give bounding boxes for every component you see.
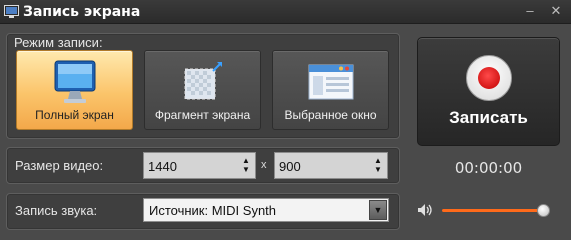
recording-timer: 00:00:00	[454, 159, 523, 177]
video-width-value: 1440	[148, 159, 177, 174]
record-button-label: Записать	[449, 108, 528, 127]
audio-source-value: Источник: MIDI Synth	[149, 203, 277, 218]
window-title: Запись экрана	[23, 4, 141, 20]
volume-slider-fill	[442, 209, 549, 212]
video-height-value: 900	[279, 159, 301, 174]
full-screen-mode-label: Полный экран	[35, 108, 114, 122]
audio-source-select[interactable]: Источник: MIDI Synth ▼	[143, 198, 389, 222]
audio-record-label: Запись звука:	[15, 203, 98, 218]
title-bar: Запись экрана – ✕	[0, 0, 571, 24]
minimize-button[interactable]: –	[521, 3, 539, 19]
screen-fragment-icon	[184, 62, 222, 100]
video-width-spinner[interactable]: 1440 ▲ ▼	[143, 152, 256, 179]
video-height-spinner[interactable]: 900 ▲ ▼	[274, 152, 388, 179]
record-dot	[478, 67, 500, 89]
record-button[interactable]: Записать	[417, 37, 560, 146]
window-icon	[308, 64, 353, 100]
selected-window-mode-button[interactable]: Выбранное окно	[272, 50, 389, 130]
size-separator: x	[261, 159, 267, 171]
chevron-down-icon[interactable]: ▼	[369, 200, 387, 220]
height-stepper-arrows-icon[interactable]: ▲ ▼	[374, 156, 382, 175]
monitor-icon	[54, 60, 95, 103]
screen-fragment-mode-button[interactable]: Фрагмент экрана	[144, 50, 261, 130]
video-size-label: Размер видео:	[15, 158, 104, 173]
volume-slider-track[interactable]	[442, 209, 549, 212]
full-screen-mode-button[interactable]: Полный экран	[16, 50, 133, 130]
speaker-icon[interactable]	[417, 203, 433, 217]
screen-fragment-mode-label: Фрагмент экрана	[154, 108, 251, 122]
selected-window-mode-label: Выбранное окно	[284, 108, 377, 122]
recording-mode-label: Режим записи:	[14, 35, 103, 50]
close-button[interactable]: ✕	[547, 3, 565, 19]
volume-slider-handle[interactable]	[536, 204, 550, 217]
screen-record-app-icon	[4, 5, 19, 18]
width-stepper-arrows-icon[interactable]: ▲ ▼	[242, 156, 250, 175]
record-icon	[466, 55, 512, 101]
